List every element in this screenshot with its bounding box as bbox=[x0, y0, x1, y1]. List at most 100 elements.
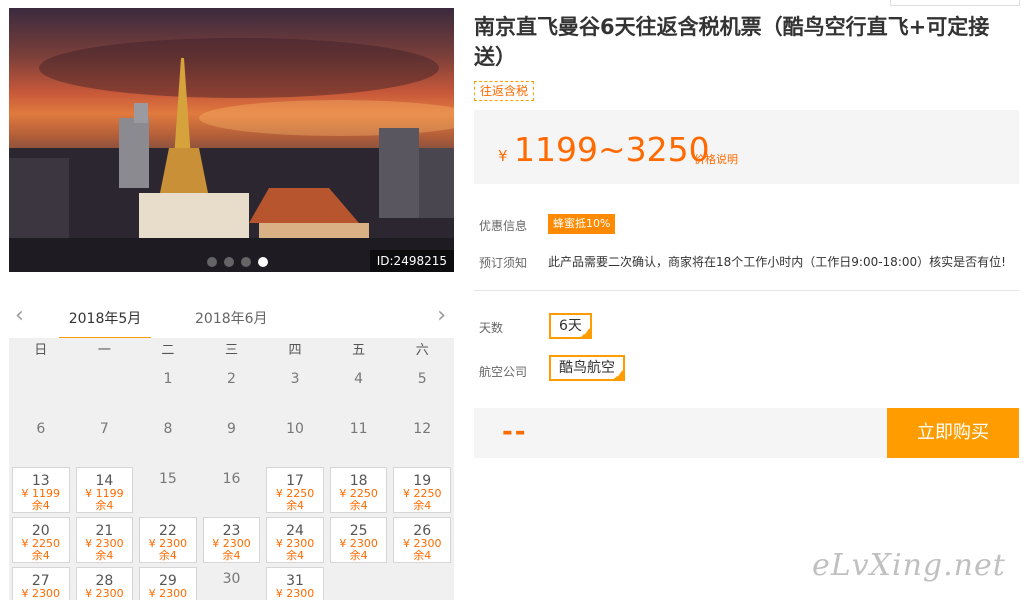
calendar-day-available[interactable]: 14 ¥ 1199 余4 bbox=[73, 464, 137, 514]
calendar-day: 10 bbox=[263, 414, 327, 464]
tab-month-june[interactable]: 2018年6月 bbox=[195, 308, 268, 328]
calendar-day-available[interactable]: 23 ¥ 2300 余4 bbox=[200, 514, 264, 564]
calendar-day-available[interactable]: 20 ¥ 2250 余4 bbox=[9, 514, 73, 564]
airline-option-label: 酷鸟航空 bbox=[559, 360, 615, 376]
calendar-day-number: 2 bbox=[227, 371, 236, 387]
calendar-day-number: 11 bbox=[349, 421, 368, 437]
top-dropdown-edge[interactable] bbox=[890, 0, 1020, 6]
price-range: 1199~3250 bbox=[514, 130, 710, 169]
calendar-day-available[interactable]: 24 ¥ 2300 余4 bbox=[263, 514, 327, 564]
calendar-day-box[interactable]: 24 ¥ 2300 余4 bbox=[266, 517, 324, 563]
currency-symbol: ¥ bbox=[498, 147, 508, 165]
calendar-day-stock: 余4 bbox=[286, 499, 305, 512]
product-photo[interactable]: ID:2498215 bbox=[9, 8, 454, 272]
calendar-day-box[interactable]: 18 ¥ 2250 余4 bbox=[329, 467, 388, 513]
temple-sunset-image bbox=[9, 38, 454, 272]
calendar-day-number: 25 bbox=[349, 523, 368, 539]
calendar-day: 15 bbox=[136, 464, 200, 514]
calendar-month-nav: ‹ 2018年5月 2018年6月 › bbox=[9, 300, 454, 339]
price-panel: ¥ 1199~3250 价格说明 bbox=[474, 110, 1019, 184]
calendar-day-available[interactable]: 17 ¥ 2250 余4 bbox=[263, 464, 327, 514]
site-watermark: eLvXing.net bbox=[812, 548, 1006, 583]
calendar-day: 1 bbox=[136, 364, 200, 414]
total-price: -- bbox=[502, 417, 528, 447]
calendar-day-available[interactable]: 29 ¥ 2300 bbox=[136, 564, 200, 600]
calendar-day-available[interactable]: 21 ¥ 2300 余4 bbox=[73, 514, 137, 564]
calendar-day-available[interactable]: 28 ¥ 2300 bbox=[73, 564, 137, 600]
buy-now-button[interactable]: 立即购买 bbox=[887, 408, 1019, 458]
calendar-day-number: 16 bbox=[222, 471, 241, 487]
chevron-left-icon[interactable]: ‹ bbox=[15, 304, 24, 328]
calendar-day-box[interactable]: 20 ¥ 2250 余4 bbox=[12, 517, 70, 563]
carousel-dot[interactable] bbox=[207, 257, 217, 267]
calendar-day-available[interactable]: 18 ¥ 2250 余4 bbox=[327, 464, 391, 514]
calendar-day: 6 bbox=[9, 414, 73, 464]
calendar-day: 5 bbox=[390, 364, 454, 414]
calendar-day-available[interactable]: 25 ¥ 2300 余4 bbox=[327, 514, 391, 564]
calendar-day-box[interactable]: 29 ¥ 2300 bbox=[139, 567, 197, 600]
calendar-day-box[interactable]: 25 ¥ 2300 余4 bbox=[329, 517, 388, 563]
calendar-day-stock: 余4 bbox=[286, 549, 305, 562]
calendar-day-number: 12 bbox=[413, 421, 432, 437]
calendar-day-available[interactable]: 31 ¥ 2300 bbox=[263, 564, 327, 600]
calendar-day-box[interactable]: 21 ¥ 2300 余4 bbox=[75, 517, 134, 563]
airline-option-selected[interactable]: 酷鸟航空 ✓ bbox=[549, 355, 625, 381]
calendar-day-stock: 余4 bbox=[95, 499, 114, 512]
weekday-label: 二 bbox=[161, 343, 175, 358]
chevron-right-icon[interactable]: › bbox=[437, 304, 446, 328]
calendar-day-number: 19 bbox=[413, 473, 432, 489]
days-option-selected[interactable]: 6天 ✓ bbox=[549, 313, 592, 339]
calendar-day: 12 bbox=[390, 414, 454, 464]
calendar-day-box[interactable]: 28 ¥ 2300 bbox=[75, 567, 134, 600]
calendar-day-box[interactable]: 27 ¥ 2300 bbox=[12, 567, 70, 600]
price-note-link[interactable]: 价格说明 bbox=[694, 151, 738, 167]
calendar-day-stock: 余4 bbox=[413, 499, 432, 512]
calendar-day-available[interactable]: 13 ¥ 1199 余4 bbox=[9, 464, 73, 514]
calendar-day-box[interactable]: 26 ¥ 2300 余4 bbox=[393, 517, 451, 563]
calendar-day-number: 30 bbox=[222, 571, 241, 587]
calendar-day-stock: 余4 bbox=[31, 499, 50, 512]
calendar-day: 9 bbox=[200, 414, 264, 464]
calendar-day-number: 5 bbox=[417, 371, 427, 387]
tab-month-may[interactable]: 2018年5月 bbox=[59, 308, 151, 339]
calendar-day-number: 7 bbox=[99, 421, 109, 437]
check-icon: ✓ bbox=[583, 329, 589, 337]
calendar-day-box[interactable]: 31 ¥ 2300 bbox=[266, 567, 324, 600]
days-label: 天数 bbox=[479, 321, 504, 335]
calendar-day-available[interactable]: 22 ¥ 2300 余4 bbox=[136, 514, 200, 564]
calendar-day-box[interactable]: 13 ¥ 1199 余4 bbox=[12, 467, 70, 513]
weekday-label: 日 bbox=[34, 343, 48, 358]
calendar-day-number: 22 bbox=[159, 523, 177, 539]
calendar-day-number: 6 bbox=[36, 421, 46, 437]
calendar-day-number: 18 bbox=[349, 473, 368, 489]
calendar-day-price: ¥ 2300 bbox=[275, 587, 315, 600]
calendar-day-available[interactable]: 19 ¥ 2250 余4 bbox=[390, 464, 454, 514]
calendar-day: 4 bbox=[327, 364, 391, 414]
calendar-day-number: 8 bbox=[163, 421, 173, 437]
calendar-day-box[interactable]: 22 ¥ 2300 余4 bbox=[139, 517, 197, 563]
carousel-dot[interactable] bbox=[241, 257, 251, 267]
calendar-day: 3 bbox=[263, 364, 327, 414]
calendar-day: 11 bbox=[327, 414, 391, 464]
calendar-day-stock: 余4 bbox=[222, 549, 241, 562]
calendar-day-box[interactable]: 19 ¥ 2250 余4 bbox=[393, 467, 451, 513]
calendar-day-stock: 余4 bbox=[349, 549, 368, 562]
calendar-day-number: 15 bbox=[159, 471, 177, 487]
calendar-day-available[interactable]: 27 ¥ 2300 bbox=[9, 564, 73, 600]
carousel-dots bbox=[207, 257, 268, 267]
calendar-day: 8 bbox=[136, 414, 200, 464]
promo-badge: 蜂蜜抵10% bbox=[548, 214, 616, 234]
calendar-day-box[interactable]: 17 ¥ 2250 余4 bbox=[266, 467, 324, 513]
calendar-day: 30 bbox=[200, 564, 264, 600]
carousel-dot[interactable] bbox=[224, 257, 234, 267]
calendar-day: 2 bbox=[200, 364, 264, 414]
weekday-label: 三 bbox=[224, 343, 238, 358]
calendar-day-number: 28 bbox=[95, 573, 114, 589]
calendar-day-available[interactable]: 26 ¥ 2300 余4 bbox=[390, 514, 454, 564]
calendar-day-box[interactable]: 14 ¥ 1199 余4 bbox=[75, 467, 134, 513]
calendar-day-box[interactable]: 23 ¥ 2300 余4 bbox=[202, 517, 261, 563]
calendar-day-number: 1 bbox=[163, 371, 173, 387]
carousel-dot-active[interactable] bbox=[258, 257, 268, 267]
calendar-day-price: ¥ 2300 bbox=[21, 587, 61, 600]
calendar-grid: 1 2 3 4 5 6 7 8 9 10 11 12 13 ¥ 1199 余4 14 ¥ 1199 余4 15 16 1… bbox=[9, 364, 454, 600]
